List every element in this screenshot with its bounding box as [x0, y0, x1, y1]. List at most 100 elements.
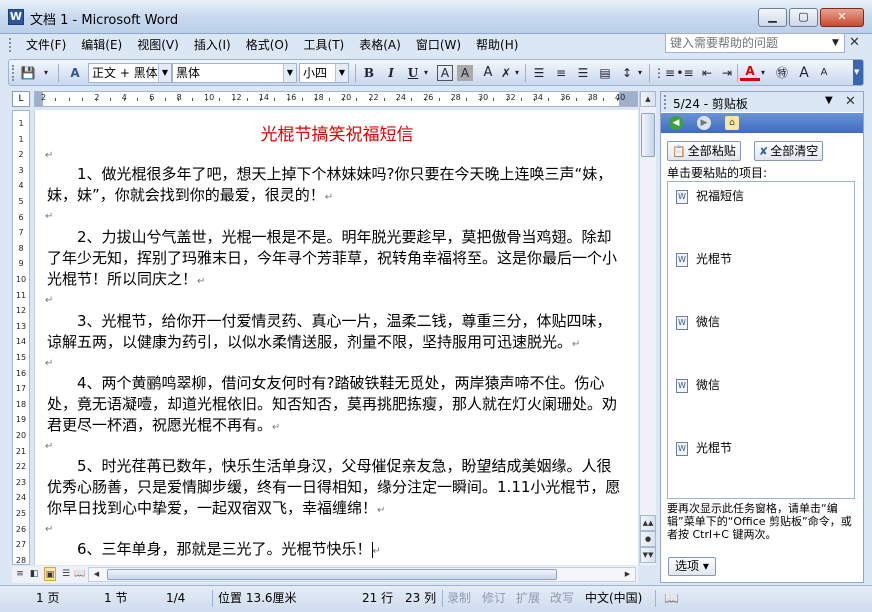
view-and-hscroll-row: ≡ ◧ ▣ ☰ 📖 ◀ ▶: [12, 566, 638, 583]
print-layout-icon[interactable]: ▣: [44, 567, 56, 581]
menu-help[interactable]: 帮助(H): [470, 37, 524, 53]
task-pane-grip[interactable]: [664, 95, 667, 109]
web-view-icon[interactable]: ◧: [28, 567, 40, 581]
italic-button[interactable]: I: [381, 63, 401, 83]
clipboard-task-pane: 5/24 - 剪贴板 ▼ ✕ ◀ ▶ ⌂ 📋 全部粘贴 ✘ 全部清空 单击要粘贴的项…: [660, 91, 864, 583]
clipboard-item[interactable]: W 微信: [676, 376, 720, 393]
minimize-button[interactable]: ▁: [758, 8, 787, 27]
numbering-icon[interactable]: ⋮≡: [653, 63, 675, 83]
home-icon[interactable]: ⌂: [725, 116, 739, 130]
horizontal-scrollbar[interactable]: ◀ ▶: [88, 567, 636, 582]
ruler-tick: [165, 98, 166, 101]
font-color-icon[interactable]: A: [740, 63, 760, 81]
browse-object-icon[interactable]: ●: [640, 531, 656, 547]
chevron-down-icon[interactable]: ▾: [758, 63, 768, 83]
normal-view-icon[interactable]: ≡: [14, 567, 26, 581]
paste-all-button[interactable]: 📋 全部粘贴: [667, 141, 741, 161]
shrink-font-icon[interactable]: A: [814, 63, 834, 83]
status-extend[interactable]: 扩展: [516, 589, 540, 607]
toolbar-overflow-button[interactable]: ▼: [853, 60, 863, 85]
document-page[interactable]: 光棍节搞笑祝福短信 ↵ 1、做光棍很多年了吧，想天上掉下个林妹妹吗?你只要在今天…: [34, 110, 638, 565]
back-icon[interactable]: ◀: [669, 116, 683, 130]
help-search-input[interactable]: [666, 34, 826, 52]
ruler-tick: [260, 98, 261, 101]
toolbar-separator: [649, 64, 650, 82]
menu-file[interactable]: 文件(F): [20, 37, 72, 53]
close-button[interactable]: ✕: [820, 8, 864, 27]
clipboard-item[interactable]: W 祝福短信: [676, 187, 744, 204]
menu-view[interactable]: 视图(V): [131, 37, 185, 53]
save-icon[interactable]: 💾: [18, 63, 38, 83]
menu-window[interactable]: 窗口(W): [410, 37, 467, 53]
distributed-align-icon[interactable]: ▤: [595, 63, 615, 83]
style-select[interactable]: 正文 + 黑体 ▼: [88, 63, 172, 83]
clipboard-item[interactable]: W 光棍节: [676, 439, 732, 456]
chevron-down-icon[interactable]: ▾: [512, 63, 522, 83]
vertical-ruler[interactable]: 1 1 2 3 4 5 6 7 8 9 10 11 12 13 14 15 16 17 18 19 20 21 22 23 24…: [12, 110, 30, 565]
decrease-indent-icon[interactable]: ⇤: [697, 63, 717, 83]
vertical-scroll-thumb[interactable]: [641, 113, 655, 157]
ruler-number: 11: [15, 290, 27, 300]
status-record[interactable]: 录制: [447, 589, 471, 607]
horizontal-ruler[interactable]: 224681012141618202224262830323436384042: [34, 91, 638, 107]
menu-table[interactable]: 表格(A): [353, 37, 407, 53]
scroll-left-icon[interactable]: ◀: [89, 567, 104, 582]
underline-button[interactable]: U: [403, 63, 423, 83]
menu-grip[interactable]: [9, 38, 12, 52]
bold-button[interactable]: B: [359, 63, 379, 83]
status-page: 1 页: [36, 591, 60, 605]
vertical-scrollbar[interactable]: ▲ ▲▲ ● ▼▼: [639, 91, 656, 565]
ruler-tick: [137, 98, 138, 101]
chevron-down-icon[interactable]: ▼: [825, 95, 833, 106]
char-scale-icon[interactable]: A: [478, 63, 498, 83]
char-shading-icon[interactable]: A: [457, 65, 473, 81]
scroll-right-icon[interactable]: ▶: [620, 567, 635, 582]
grow-font-icon[interactable]: A: [794, 63, 814, 83]
line-spacing-icon[interactable]: ↕: [617, 63, 637, 83]
tab-selector[interactable]: L: [12, 91, 30, 107]
clipboard-item[interactable]: W 微信: [676, 313, 720, 330]
chevron-down-icon[interactable]: ▼: [828, 35, 843, 51]
reading-view-icon[interactable]: 📖: [74, 567, 86, 581]
clear-all-button[interactable]: ✘ 全部清空: [754, 141, 824, 161]
close-icon[interactable]: ✕: [845, 94, 856, 109]
next-page-icon[interactable]: ▼▼: [640, 547, 656, 563]
menu-tools[interactable]: 工具(T): [298, 37, 351, 53]
status-position: 位置 13.6厘米: [218, 591, 297, 605]
bullets-icon[interactable]: •≡: [675, 63, 695, 83]
options-button[interactable]: 选项 ▾: [668, 557, 716, 576]
enclose-characters-icon[interactable]: ㊕: [772, 63, 792, 83]
toolbar-separator: [737, 64, 738, 82]
document-close-icon[interactable]: ✕: [849, 35, 860, 50]
task-pane-title[interactable]: 5/24 - 剪贴板: [673, 95, 748, 112]
spelling-check-icon[interactable]: 📖: [664, 589, 679, 607]
status-overtype[interactable]: 改写: [550, 589, 574, 607]
maximize-button[interactable]: ▢: [789, 8, 818, 27]
outline-view-icon[interactable]: ☰: [60, 567, 72, 581]
align-justify-icon[interactable]: ☰: [529, 63, 549, 83]
word-app-icon[interactable]: W: [8, 9, 24, 25]
chevron-down-icon[interactable]: ▾: [635, 63, 645, 83]
toolbar-options-icon[interactable]: ▾: [36, 63, 56, 83]
clipboard-item[interactable]: W 光棍节: [676, 250, 732, 267]
scroll-up-icon[interactable]: ▲: [640, 91, 656, 107]
menu-format[interactable]: 格式(O): [240, 37, 295, 53]
previous-page-icon[interactable]: ▲▲: [640, 515, 656, 531]
paragraph-6: 6、三年单身，那就是三光了。光棍节快乐！↵: [47, 539, 625, 562]
status-track-changes[interactable]: 修订: [482, 589, 506, 607]
align-center-icon[interactable]: ≡: [551, 63, 571, 83]
font-size-select[interactable]: 小四 ▼: [299, 63, 349, 83]
horizontal-scroll-thumb[interactable]: [107, 569, 557, 580]
ruler-tick: [55, 98, 56, 101]
char-border-icon[interactable]: A: [437, 65, 453, 81]
align-right-icon[interactable]: ☰: [573, 63, 593, 83]
ruler-number: 8: [18, 243, 24, 253]
underline-dropdown-icon[interactable]: ▾: [421, 63, 431, 83]
toolbar-grip[interactable]: [12, 65, 15, 81]
menu-edit[interactable]: 编辑(E): [75, 37, 128, 53]
styles-pane-icon[interactable]: A: [65, 63, 85, 83]
increase-indent-icon[interactable]: ⇥: [717, 63, 737, 83]
menu-insert[interactable]: 插入(I): [188, 37, 237, 53]
forward-icon[interactable]: ▶: [697, 116, 711, 130]
font-select[interactable]: 黑体 ▼: [172, 63, 297, 83]
